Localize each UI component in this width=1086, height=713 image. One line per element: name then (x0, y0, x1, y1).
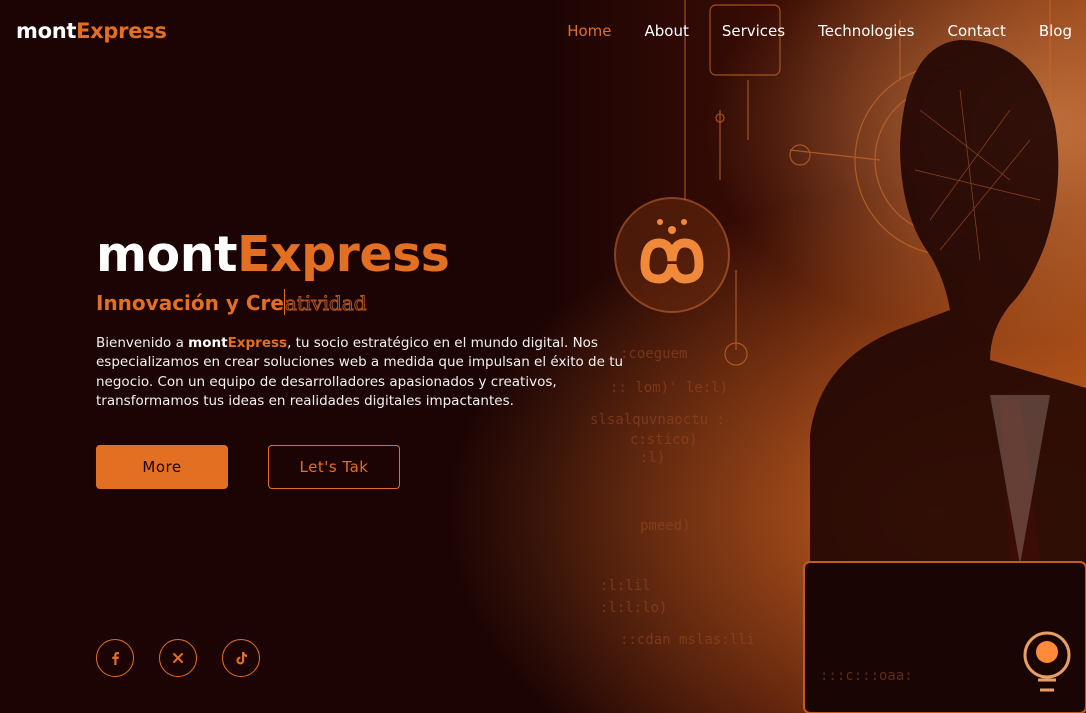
nav-about[interactable]: About (644, 22, 688, 40)
tiktok-icon (235, 652, 247, 665)
intro-before: Bienvenido a (96, 335, 189, 351)
svg-text::::c:::oaa:: :::c:::oaa: (820, 668, 913, 684)
intro-brand-mont: mont (188, 335, 228, 351)
nav-blog[interactable]: Blog (1039, 22, 1072, 40)
svg-text:c:stico): c:stico) (630, 432, 697, 448)
logo-text-mont: mont (16, 19, 77, 43)
tagline-pending: atividad (284, 291, 367, 316)
facebook-icon (112, 652, 119, 665)
hero-tagline: Innovación y Creatividad (96, 289, 367, 316)
social-links (96, 639, 260, 677)
lets-talk-button[interactable]: Let's Tak (268, 445, 400, 489)
hero-title: montExpress (96, 226, 450, 283)
x-icon (173, 653, 183, 663)
main-navigation: Home About Services Technologies Contact… (567, 22, 1072, 40)
hero-intro: Bienvenido a montExpress, tu socio estra… (96, 334, 631, 411)
tagline-typed: Innovación y Cre (96, 291, 284, 315)
brand-logo[interactable]: montExpress (16, 19, 167, 43)
nav-contact[interactable]: Contact (947, 22, 1005, 40)
intro-brand-express: Express (227, 335, 288, 351)
svg-text::l): :l) (640, 450, 665, 466)
intro-brand: montExpress (188, 335, 287, 351)
logo-text-express: Express (76, 19, 167, 43)
tiktok-link[interactable] (222, 639, 260, 677)
svg-text:pmeed): pmeed) (640, 518, 691, 534)
facebook-link[interactable] (96, 639, 134, 677)
svg-text::l:lil: :l:lil (600, 578, 651, 594)
more-button[interactable]: More (96, 445, 228, 489)
nav-technologies[interactable]: Technologies (818, 22, 914, 40)
svg-text:::cdan mslas:lli: ::cdan mslas:lli (620, 632, 755, 648)
hero-title-express: Express (237, 226, 450, 283)
nav-services[interactable]: Services (722, 22, 785, 40)
nav-home[interactable]: Home (567, 22, 611, 40)
svg-text:slsalquvnaoctu :: slsalquvnaoctu : (590, 412, 725, 428)
hero-title-mont: mont (96, 226, 238, 283)
svg-text::l:l:lo): :l:l:lo) (600, 600, 667, 616)
x-link[interactable] (159, 639, 197, 677)
